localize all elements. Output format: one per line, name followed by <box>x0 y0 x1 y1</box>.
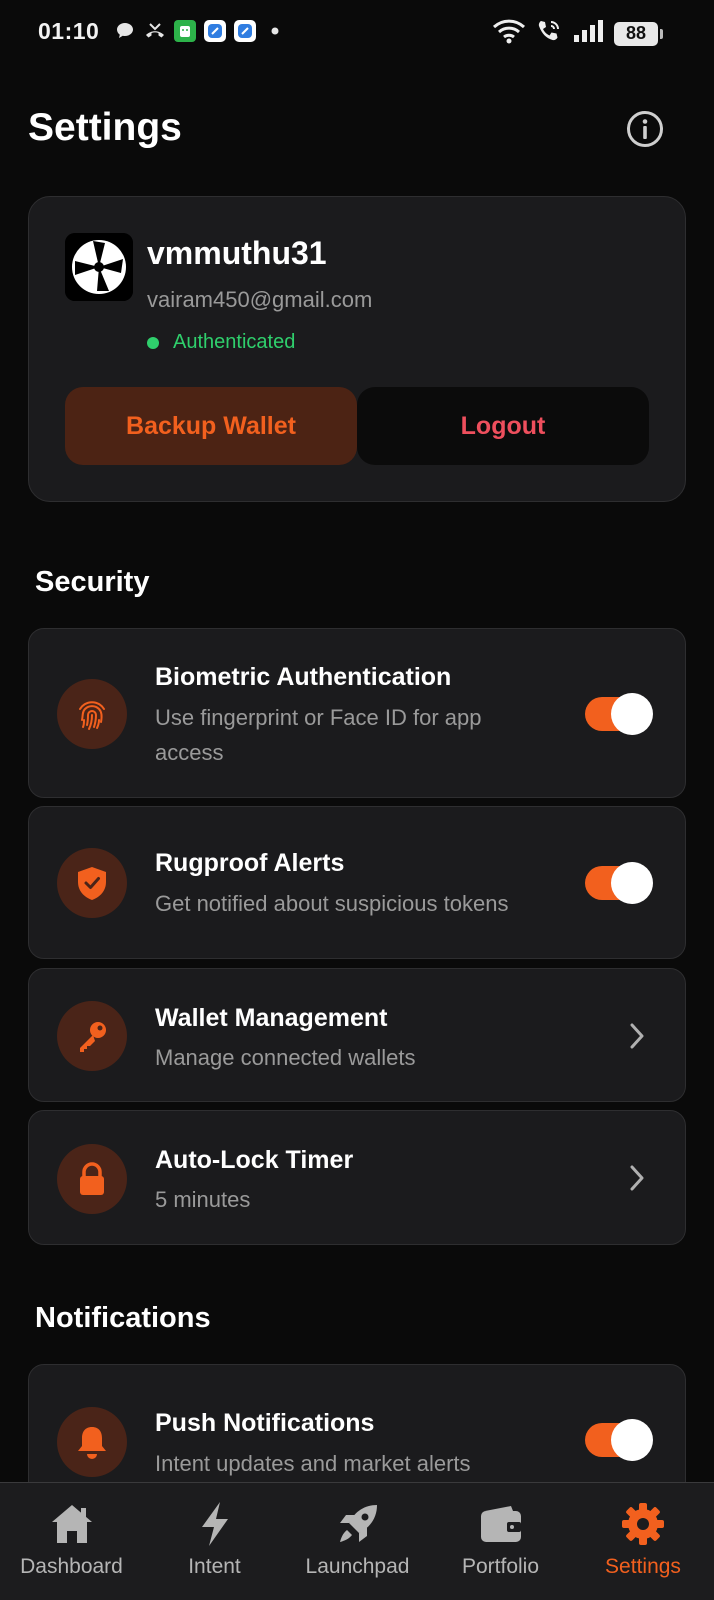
username: vmmuthu31 <box>147 235 327 271</box>
chevron-right-icon <box>625 1163 649 1193</box>
nav-launchpad[interactable]: Launchpad <box>286 1483 429 1600</box>
setting-title: Wallet Management <box>155 1004 388 1032</box>
missed-call-icon <box>144 20 166 42</box>
rugproof-toggle[interactable] <box>585 862 653 904</box>
setting-subtitle: Manage connected wallets <box>155 1045 416 1070</box>
nav-label: Portfolio <box>461 1555 540 1578</box>
signal-icon <box>572 18 604 49</box>
nav-label: Intent <box>188 1555 241 1578</box>
nav-portfolio[interactable]: Portfolio <box>429 1483 572 1600</box>
backup-wallet-button[interactable]: Backup Wallet <box>65 387 357 465</box>
setting-rugproof-alerts[interactable]: Rugproof Alerts Get notified about suspi… <box>28 806 686 959</box>
app-notification-icon <box>204 20 226 42</box>
nav-label: Dashboard <box>20 1555 123 1578</box>
nav-settings[interactable]: Settings <box>572 1483 714 1600</box>
setting-subtitle: Get notified about suspicious tokens <box>155 891 509 916</box>
status-bar: 01:10 88 <box>0 0 714 64</box>
system-icons: 88 <box>492 18 663 49</box>
battery-indicator: 88 <box>614 21 663 46</box>
user-email: vairam450@gmail.com <box>147 287 373 312</box>
auth-status: Authenticated <box>147 331 295 354</box>
bell-icon <box>57 1407 127 1477</box>
auth-status-label: Authenticated <box>173 331 296 353</box>
toggle-knob <box>611 1419 653 1461</box>
chevron-right-icon <box>625 1021 649 1051</box>
lightning-icon <box>190 1499 240 1549</box>
wallet-icon <box>476 1499 526 1549</box>
notification-icons <box>114 20 286 42</box>
wifi-call-icon <box>536 18 562 49</box>
more-dot-icon <box>264 20 286 42</box>
android-app-icon <box>174 20 196 42</box>
info-button[interactable] <box>626 110 664 148</box>
notifications-section-title: Notifications <box>35 1302 211 1334</box>
chat-icon <box>114 20 136 42</box>
wifi-icon <box>492 18 526 49</box>
setting-subtitle: 5 minutes <box>155 1187 251 1212</box>
setting-title: Rugproof Alerts <box>155 849 345 877</box>
biometric-toggle[interactable] <box>585 693 653 735</box>
profile-card: vmmuthu31 vairam450@gmail.com Authentica… <box>28 196 686 502</box>
toggle-knob <box>611 693 653 735</box>
gear-icon <box>618 1499 668 1549</box>
push-notifications-toggle[interactable] <box>585 1419 653 1461</box>
setting-title: Biometric Authentication <box>155 663 452 691</box>
page-title: Settings <box>28 106 182 149</box>
nav-label: Settings <box>605 1555 681 1578</box>
nav-label: Launchpad <box>305 1555 410 1578</box>
app-notification-icon-2 <box>234 20 256 42</box>
setting-biometric-authentication[interactable]: Biometric Authentication Use fingerprint… <box>28 628 686 798</box>
status-dot <box>147 336 159 349</box>
rocket-icon <box>333 1499 383 1549</box>
status-time: 01:10 <box>38 18 100 44</box>
logout-button[interactable]: Logout <box>357 387 649 465</box>
nav-intent[interactable]: Intent <box>143 1483 286 1600</box>
shield-check-icon <box>57 848 127 918</box>
fingerprint-icon <box>57 679 127 749</box>
info-icon <box>627 111 663 147</box>
setting-subtitle: Use fingerprint or Face ID for app acces… <box>155 705 482 765</box>
nav-dashboard[interactable]: Dashboard <box>0 1483 143 1600</box>
home-icon <box>47 1499 97 1549</box>
setting-wallet-management[interactable]: Wallet Management Manage connected walle… <box>28 968 686 1102</box>
setting-title: Auto-Lock Timer <box>155 1146 354 1174</box>
toggle-knob <box>611 862 653 904</box>
lock-icon <box>57 1144 127 1214</box>
setting-subtitle: Intent updates and market alerts <box>155 1451 471 1476</box>
security-section-title: Security <box>35 566 150 598</box>
setting-auto-lock-timer[interactable]: Auto-Lock Timer 5 minutes <box>28 1110 686 1245</box>
key-icon <box>57 1001 127 1071</box>
setting-title: Push Notifications <box>155 1409 375 1437</box>
avatar <box>65 233 133 301</box>
bottom-navigation: Dashboard Intent Launchpad Portfolio Set… <box>0 1482 714 1600</box>
